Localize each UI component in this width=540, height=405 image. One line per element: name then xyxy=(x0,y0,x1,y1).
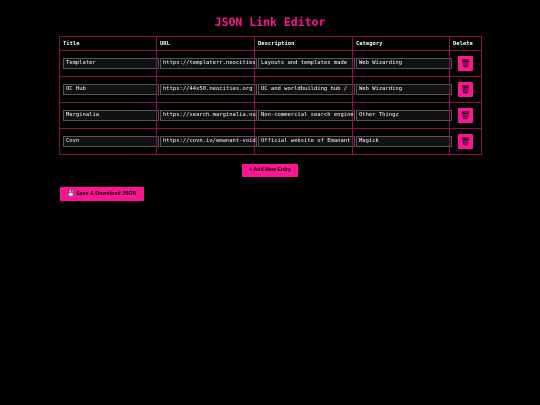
url-cell: https://templaterr.neocities.org xyxy=(156,50,257,77)
category-input[interactable]: Magick xyxy=(356,136,452,147)
url-cell: https://search.marginalia.nu xyxy=(156,102,257,129)
save-download-label: Save & Download JSON xyxy=(76,191,137,197)
delete-cell: 🗑 xyxy=(449,128,482,155)
table-header-row: Title URL Description Category Delete xyxy=(59,36,482,51)
url-input[interactable]: https://covn.io/emanant-void xyxy=(160,136,257,147)
title-input[interactable]: Marginalia xyxy=(63,110,159,121)
delete-cell: 🗑 xyxy=(449,50,482,77)
category-input[interactable]: Other Thingz xyxy=(356,110,452,121)
trash-icon: 🗑 xyxy=(460,59,471,68)
title-input[interactable]: OC Hub xyxy=(63,84,159,95)
column-header-delete: Delete xyxy=(449,36,482,51)
url-input[interactable]: https://search.marginalia.nu xyxy=(160,110,257,121)
delete-cell: 🗑 xyxy=(449,102,482,129)
url-input[interactable]: https://44x50.neocities.org xyxy=(160,84,257,95)
category-cell: Web Wizarding xyxy=(352,50,452,77)
table-row: Marginalia https://search.marginalia.nu … xyxy=(59,102,482,129)
title-input[interactable]: Covn xyxy=(63,136,159,147)
category-cell: Other Thingz xyxy=(352,102,452,129)
description-input[interactable]: Official website of Emanant xyxy=(258,136,355,147)
delete-button[interactable]: 🗑 xyxy=(458,82,473,97)
delete-button[interactable]: 🗑 xyxy=(458,56,473,71)
delete-button[interactable]: 🗑 xyxy=(458,108,473,123)
description-input[interactable]: OC and worldbuilding hub / xyxy=(258,84,355,95)
link-table: Title URL Description Category Delete Te… xyxy=(59,36,482,155)
save-download-button[interactable]: 💾 Save & Download JSON xyxy=(60,187,144,201)
column-header-category: Category xyxy=(352,36,450,51)
table-row: Templater https://templaterr.neocities.o… xyxy=(59,50,482,77)
delete-cell: 🗑 xyxy=(449,76,482,103)
description-input[interactable]: Non-commercial search engine xyxy=(258,110,355,121)
description-cell: Non-commercial search engine xyxy=(254,102,355,129)
column-header-description: Description xyxy=(254,36,353,51)
column-header-title: Title xyxy=(59,36,157,51)
description-cell: OC and worldbuilding hub / xyxy=(254,76,355,103)
table-row: Covn https://covn.io/emanant-void Offici… xyxy=(59,128,482,155)
column-header-url: URL xyxy=(156,36,255,51)
title-cell: Marginalia xyxy=(59,102,159,129)
page-title: JSON Link Editor xyxy=(214,15,326,29)
trash-icon: 🗑 xyxy=(460,85,471,94)
table-row: OC Hub https://44x50.neocities.org OC an… xyxy=(59,76,482,103)
title-input[interactable]: Templater xyxy=(63,58,159,69)
floppy-disk-icon: 💾 xyxy=(67,191,75,197)
category-input[interactable]: Web Wizarding xyxy=(356,84,452,95)
category-cell: Web Wizarding xyxy=(352,76,452,103)
title-cell: OC Hub xyxy=(59,76,159,103)
category-input[interactable]: Web Wizarding xyxy=(356,58,452,69)
url-cell: https://44x50.neocities.org xyxy=(156,76,257,103)
description-input[interactable]: Layouts and templates made xyxy=(258,58,355,69)
url-input[interactable]: https://templaterr.neocities.org xyxy=(160,58,257,69)
delete-button[interactable]: 🗑 xyxy=(458,134,473,149)
description-cell: Official website of Emanant xyxy=(254,128,355,155)
category-cell: Magick xyxy=(352,128,452,155)
trash-icon: 🗑 xyxy=(460,111,471,120)
title-cell: Templater xyxy=(59,50,159,77)
description-cell: Layouts and templates made xyxy=(254,50,355,77)
url-cell: https://covn.io/emanant-void xyxy=(156,128,257,155)
add-entry-button[interactable]: + Add New Entry xyxy=(242,164,298,177)
trash-icon: 🗑 xyxy=(460,137,471,146)
title-cell: Covn xyxy=(59,128,159,155)
